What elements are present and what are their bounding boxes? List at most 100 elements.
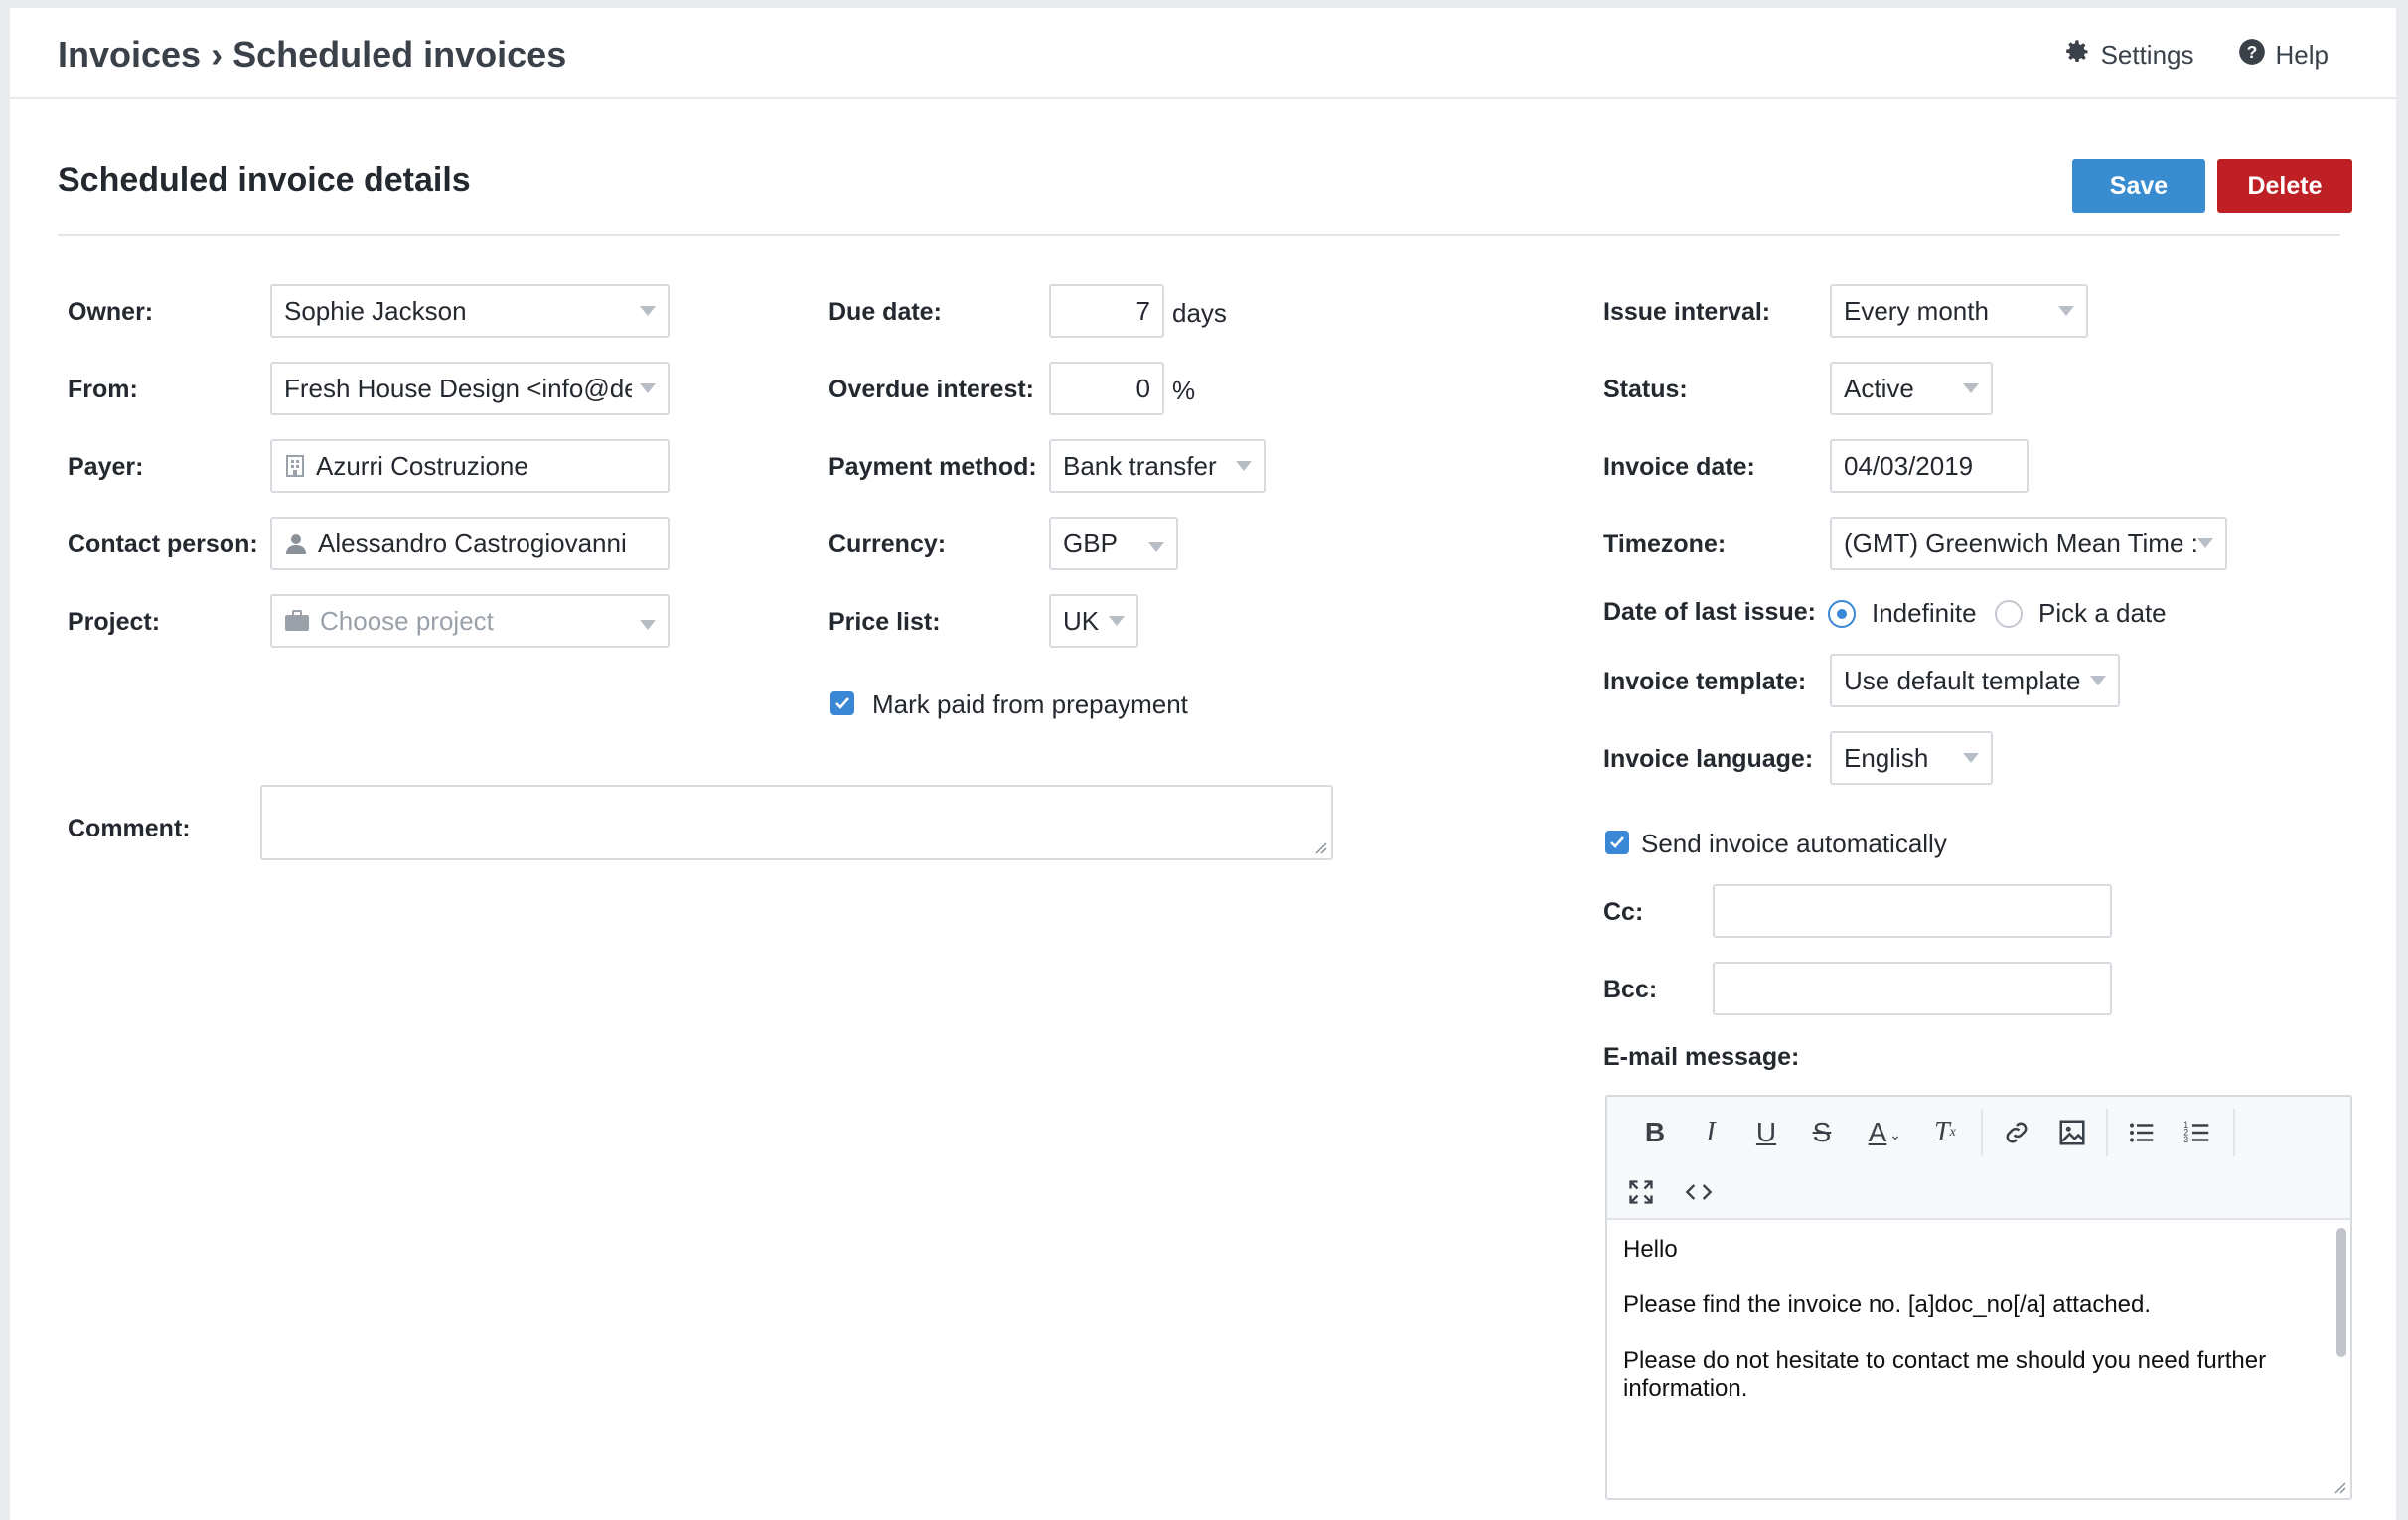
contact-input[interactable]: Alessandro Castrogiovanni — [270, 517, 670, 570]
price-list-select[interactable]: UK — [1049, 594, 1138, 648]
issue-interval-select[interactable]: Every month — [1830, 284, 2088, 338]
prepayment-label[interactable]: Mark paid from prepayment — [872, 689, 1188, 720]
chevron-down-icon — [640, 306, 656, 316]
comment-label: Comment: — [68, 815, 191, 842]
cc-input[interactable] — [1713, 884, 2112, 938]
currency-select[interactable]: GBP — [1049, 517, 1178, 570]
payment-method-label: Payment method: — [828, 453, 1037, 481]
message-line: Please find the invoice no. [a]doc_no[/a… — [1623, 1292, 2152, 1318]
editor-toolbar: B I U S A ⌄ Tx 123 — [1607, 1097, 2350, 1220]
overdue-interest-suffix: % — [1172, 376, 1196, 405]
top-actions: Settings ? Help — [2063, 38, 2329, 73]
toolbar-separator — [1981, 1109, 1983, 1156]
delete-button[interactable]: Delete — [2217, 159, 2352, 213]
invoice-template-value: Use default template — [1844, 665, 2081, 695]
currency-label: Currency: — [828, 531, 947, 558]
section-divider — [58, 234, 2340, 236]
contact-label: Contact person: — [68, 531, 258, 558]
toolbar-separator — [2106, 1109, 2108, 1156]
chevron-down-icon — [640, 620, 656, 630]
chevron-down-icon — [1109, 616, 1125, 626]
chevron-down-icon[interactable]: ⌄ — [1885, 1115, 1905, 1154]
indefinite-radio[interactable] — [1828, 600, 1856, 628]
payer-label: Payer: — [68, 453, 144, 481]
timezone-select[interactable]: (GMT) Greenwich Mean Time : — [1830, 517, 2227, 570]
send-auto-checkbox[interactable] — [1605, 831, 1629, 854]
topbar: Invoices › Scheduled invoices Settings ?… — [10, 8, 2396, 99]
svg-text:3: 3 — [2183, 1135, 2188, 1144]
checkmark-icon — [835, 697, 849, 709]
status-label: Status: — [1603, 376, 1688, 403]
pick-date-radio[interactable] — [1995, 600, 2023, 628]
save-button[interactable]: Save — [2072, 159, 2205, 213]
breadcrumb-separator: › — [211, 34, 224, 75]
project-select[interactable]: Choose project — [270, 594, 670, 648]
project-placeholder: Choose project — [320, 605, 494, 636]
status-select[interactable]: Active — [1830, 362, 1993, 415]
help-icon: ? — [2238, 38, 2266, 73]
from-label: From: — [68, 376, 138, 403]
last-issue-label: Date of last issue: — [1603, 598, 1816, 626]
gear-icon — [2063, 38, 2091, 73]
invoice-template-label: Invoice template: — [1603, 668, 1807, 695]
from-select[interactable]: Fresh House Design <info@des — [270, 362, 670, 415]
invoice-language-select[interactable]: English — [1830, 731, 1993, 785]
settings-link[interactable]: Settings — [2063, 38, 2194, 73]
status-value: Active — [1844, 373, 1914, 403]
overdue-interest-input[interactable]: 0 — [1049, 362, 1164, 415]
price-list-label: Price list: — [828, 608, 941, 636]
bullet-list-icon[interactable] — [2122, 1113, 2162, 1152]
indefinite-label[interactable]: Indefinite — [1872, 598, 1977, 629]
invoice-date-label: Invoice date: — [1603, 453, 1755, 481]
clear-format-icon[interactable]: Tx — [1925, 1113, 1965, 1152]
chevron-down-icon — [2090, 676, 2106, 685]
email-editor: B I U S A ⌄ Tx 123 Hello Please find the… — [1605, 1095, 2352, 1500]
editor-scrollbar[interactable] — [2336, 1228, 2346, 1357]
invoice-template-select[interactable]: Use default template — [1830, 654, 2120, 707]
image-icon[interactable] — [2052, 1113, 2092, 1152]
comment-textarea[interactable] — [260, 785, 1333, 860]
source-code-icon[interactable] — [1679, 1172, 1719, 1212]
invoice-date-input[interactable]: 04/03/2019 — [1830, 439, 2029, 493]
pick-date-label[interactable]: Pick a date — [2038, 598, 2167, 629]
resize-handle-icon[interactable] — [1313, 840, 1327, 854]
message-line: Hello — [1623, 1236, 1678, 1263]
bold-icon[interactable]: B — [1635, 1113, 1675, 1152]
due-date-label: Due date: — [828, 298, 942, 326]
strikethrough-icon[interactable]: S — [1802, 1113, 1842, 1152]
help-label: Help — [2275, 40, 2329, 70]
owner-label: Owner: — [68, 298, 154, 326]
due-date-input[interactable]: 7 — [1049, 284, 1164, 338]
currency-value: GBP — [1063, 528, 1118, 558]
payer-value: Azurri Costruzione — [316, 450, 528, 481]
link-icon[interactable] — [1997, 1113, 2036, 1152]
help-link[interactable]: ? Help — [2238, 38, 2329, 73]
issue-interval-value: Every month — [1844, 295, 1989, 326]
prepayment-checkbox[interactable] — [830, 691, 854, 715]
resize-handle-icon[interactable] — [2333, 1480, 2346, 1494]
breadcrumb-invoices[interactable]: Invoices — [58, 34, 201, 76]
send-auto-label[interactable]: Send invoice automatically — [1641, 829, 1947, 859]
issue-interval-label: Issue interval: — [1603, 298, 1771, 326]
timezone-value: (GMT) Greenwich Mean Time : — [1844, 528, 2198, 558]
chevron-down-icon — [2058, 306, 2074, 316]
chevron-down-icon — [1963, 753, 1979, 763]
overdue-interest-value: 0 — [1135, 373, 1150, 403]
fullscreen-icon[interactable] — [1621, 1172, 1661, 1212]
payer-input[interactable]: Azurri Costruzione — [270, 439, 670, 493]
underline-icon[interactable]: U — [1746, 1113, 1786, 1152]
email-message-body[interactable]: Hello Please find the invoice no. [a]doc… — [1607, 1222, 2334, 1498]
bcc-label: Bcc: — [1603, 976, 1658, 1003]
owner-select[interactable]: Sophie Jackson — [270, 284, 670, 338]
breadcrumb: Invoices › Scheduled invoices — [58, 34, 566, 76]
payment-method-select[interactable]: Bank transfer — [1049, 439, 1266, 493]
italic-icon[interactable]: I — [1691, 1113, 1731, 1152]
numbered-list-icon[interactable]: 123 — [2178, 1113, 2217, 1152]
contact-value: Alessandro Castrogiovanni — [318, 528, 627, 558]
bcc-input[interactable] — [1713, 962, 2112, 1015]
payment-method-value: Bank transfer — [1063, 450, 1217, 481]
page: Invoices › Scheduled invoices Settings ?… — [10, 8, 2396, 1520]
building-icon — [284, 454, 306, 478]
timezone-label: Timezone: — [1603, 531, 1727, 558]
briefcase-icon — [284, 610, 310, 632]
